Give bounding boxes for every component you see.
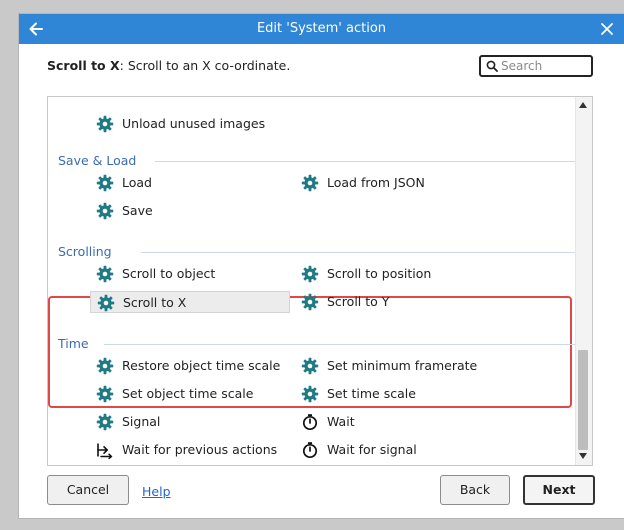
window-title: Edit 'System' action [256, 21, 387, 36]
action-item-label: Wait [327, 414, 355, 429]
action-item-label: Unload unused images [122, 116, 266, 131]
next-button[interactable]: Next [523, 475, 595, 505]
action-description: Scroll to X: Scroll to an X co-ordinate. [47, 58, 290, 73]
action-list: Unload unused images Save & Load Load Load … [47, 96, 593, 466]
scroll-down-arrow-icon[interactable] [579, 453, 587, 459]
action-item-load-from-json[interactable]: Load from JSON [295, 172, 495, 194]
gear-icon [301, 385, 319, 403]
gear-icon [301, 293, 319, 311]
wait-previous-icon [97, 443, 113, 459]
scrollbar[interactable] [575, 97, 592, 465]
gear-icon [301, 357, 319, 375]
action-item-unload-unused-images[interactable]: Unload unused images [90, 113, 290, 135]
gear-icon [96, 385, 114, 403]
action-item-label: Save [122, 203, 153, 218]
action-item-label: Scroll to X [123, 295, 187, 310]
action-item-label: Restore object time scale [122, 358, 281, 373]
action-item-wait[interactable]: Wait [295, 411, 495, 433]
gear-icon [96, 265, 114, 283]
search-box[interactable] [479, 55, 593, 77]
action-item-label: Scroll to position [327, 266, 432, 281]
action-item-label: Signal [122, 414, 161, 429]
action-item-restore-object-time-scale[interactable]: Restore object time scale [90, 355, 290, 377]
cancel-button[interactable]: Cancel [47, 475, 129, 505]
back-button[interactable]: Back [440, 475, 510, 505]
action-item-set-object-time-scale[interactable]: Set object time scale [90, 383, 290, 405]
action-item-scroll-to-y[interactable]: Scroll to Y [295, 291, 495, 313]
title-bar: Edit 'System' action [19, 14, 624, 44]
scrollbar-thumb[interactable] [578, 350, 588, 450]
category-divider [103, 344, 576, 345]
gear-icon [96, 174, 114, 192]
gear-icon [96, 357, 114, 375]
category-scrolling: Scrolling [58, 244, 112, 259]
gear-icon [301, 174, 319, 192]
action-item-wait-for-previous-actions[interactable]: Wait for previous actions [90, 439, 290, 461]
search-icon [486, 60, 498, 72]
gear-icon [96, 115, 114, 133]
action-item-label: Set time scale [327, 386, 416, 401]
action-item-scroll-to-object[interactable]: Scroll to object [90, 263, 290, 285]
action-item-wait-for-signal[interactable]: Wait for signal [295, 439, 495, 461]
action-item-set-minimum-framerate[interactable]: Set minimum framerate [295, 355, 495, 377]
help-link[interactable]: Help [142, 484, 171, 499]
action-item-label: Load [122, 175, 152, 190]
action-item-label: Set minimum framerate [327, 358, 478, 373]
gear-icon [96, 202, 114, 220]
category-divider [140, 252, 576, 253]
category-divider [155, 161, 576, 162]
action-item-label: Set object time scale [122, 386, 254, 401]
search-input[interactable] [501, 58, 589, 74]
action-item-label: Scroll to Y [327, 294, 390, 309]
category-time: Time [58, 336, 89, 351]
gear-icon [96, 413, 114, 431]
action-desc-text: : Scroll to an X co-ordinate. [119, 58, 291, 73]
stopwatch-icon [302, 414, 318, 431]
action-item-signal[interactable]: Signal [90, 411, 290, 433]
close-icon[interactable] [598, 20, 616, 38]
gear-icon [97, 294, 115, 312]
action-item-set-time-scale[interactable]: Set time scale [295, 383, 495, 405]
category-save-load: Save & Load [58, 153, 137, 168]
scroll-up-arrow-icon[interactable] [579, 102, 587, 108]
action-item-save[interactable]: Save [90, 200, 290, 222]
action-item-label: Wait for previous actions [122, 442, 278, 457]
edit-action-dialog: Edit 'System' action Scroll to X: Scroll… [18, 13, 624, 519]
action-item-load[interactable]: Load [90, 172, 290, 194]
action-item-label: Load from JSON [327, 175, 425, 190]
action-item-scroll-to-position[interactable]: Scroll to position [295, 263, 495, 285]
action-item-scroll-to-x[interactable]: Scroll to X [90, 291, 290, 313]
action-name: Scroll to X [47, 58, 120, 73]
action-item-label: Scroll to object [122, 266, 216, 281]
gear-icon [301, 265, 319, 283]
stopwatch-icon [302, 442, 318, 459]
action-item-label: Wait for signal [327, 442, 417, 457]
